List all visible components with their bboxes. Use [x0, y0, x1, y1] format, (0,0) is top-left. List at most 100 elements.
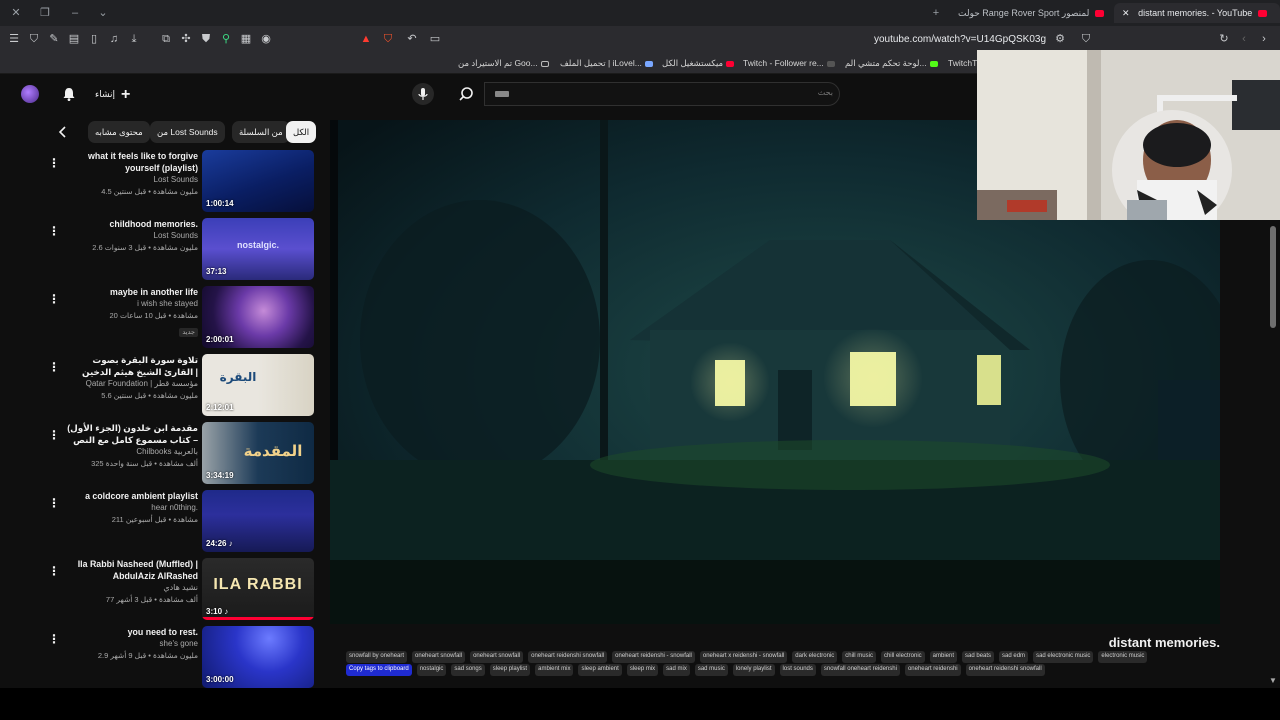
- recommendation-item[interactable]: ⋮ Ila Rabbi Nasheed (Muffled) | AbdulAzi…: [44, 558, 320, 622]
- tag-chip[interactable]: sleep mix: [626, 664, 659, 676]
- tag-chip[interactable]: chill electronic: [880, 651, 925, 663]
- kebab-menu-icon[interactable]: ⋮: [48, 360, 60, 374]
- tag-chip[interactable]: oneheart reidenshi: [904, 664, 961, 676]
- video-thumbnail[interactable]: 24:26 ♪: [202, 490, 314, 552]
- tag-chip[interactable]: sad beats: [962, 651, 995, 663]
- video-thumbnail[interactable]: البقرة 2:12:01: [202, 354, 314, 416]
- page-scrollbar-thumb[interactable]: [1270, 226, 1276, 328]
- address-bar[interactable]: youtube.com/watch?v=U14GpQSK03g: [820, 32, 1046, 48]
- mic-icon[interactable]: [412, 83, 434, 105]
- tag-chip[interactable]: lonely playlist: [732, 664, 775, 676]
- tag-chip[interactable]: electronic music: [1098, 651, 1148, 663]
- tag-chip[interactable]: nostalgic: [416, 664, 447, 676]
- extension-icon[interactable]: ✎: [47, 32, 61, 46]
- kebab-menu-icon[interactable]: ⋮: [48, 292, 60, 306]
- tag-chip[interactable]: sad songs: [451, 664, 485, 676]
- tag-chip[interactable]: oneheart snowfall: [412, 651, 466, 663]
- chip-from-lost-sounds[interactable]: من Lost Sounds: [150, 121, 225, 143]
- tag-chip[interactable]: oneheart reidenshi snowfall: [528, 651, 608, 663]
- video-thumbnail[interactable]: 3:00:00: [202, 626, 314, 688]
- shield-icon[interactable]: ⛉: [27, 32, 41, 46]
- profile-extension-icon[interactable]: ◉: [259, 32, 273, 46]
- tag-chip[interactable]: oneheart reidenshi snowfall: [965, 664, 1045, 676]
- chevron-left-icon[interactable]: [56, 125, 70, 139]
- kebab-menu-icon[interactable]: ⋮: [48, 632, 60, 646]
- recommendation-channel[interactable]: نشيد هادي: [66, 582, 198, 594]
- back-icon[interactable]: ›: [1257, 32, 1271, 46]
- recommendation-channel[interactable]: Chilbooks بالعربية: [66, 446, 198, 458]
- tab-distant-memories[interactable]: ✕ distant memories. - YouTube: [1114, 3, 1280, 23]
- tag-chip[interactable]: chill music: [842, 651, 876, 663]
- bookmark-item[interactable]: Twitch - Follower re...: [743, 56, 835, 70]
- tab-list-chevron-icon[interactable]: ⌄: [95, 5, 111, 21]
- search-input[interactable]: بحث: [484, 82, 840, 106]
- kebab-menu-icon[interactable]: ⋮: [48, 496, 60, 510]
- search-extension-icon[interactable]: ⚲: [219, 32, 233, 46]
- recommendation-title[interactable]: maybe in another life: [66, 286, 198, 298]
- vpn-icon[interactable]: ⛊: [199, 32, 213, 46]
- tab-close-icon[interactable]: ✕: [1122, 8, 1130, 18]
- kebab-menu-icon[interactable]: ⋮: [48, 428, 60, 442]
- reader-icon[interactable]: ▤: [67, 32, 81, 46]
- recommendation-channel[interactable]: Qatar Foundation | مؤسسة قطر: [66, 378, 198, 390]
- recommendation-channel[interactable]: she's gone: [66, 638, 198, 650]
- tag-chip[interactable]: ambient: [929, 651, 958, 663]
- close-window-icon[interactable]: ✕: [8, 5, 24, 21]
- recommendation-title[interactable]: Ila Rabbi Nasheed (Muffled) | AbdulAziz …: [66, 558, 198, 582]
- screenshot-icon[interactable]: ⧉: [159, 32, 173, 46]
- kebab-menu-icon[interactable]: ⋮: [48, 156, 60, 170]
- recommendation-item[interactable]: ⋮ a coldcore ambient playlist hear n0thi…: [44, 490, 320, 554]
- tag-chip[interactable]: oneheart x reidenshi - snowfall: [699, 651, 788, 663]
- brave-shields-icon[interactable]: ⛉: [381, 32, 395, 46]
- chip-similar[interactable]: محتوى مشابه: [88, 121, 150, 143]
- brave-rewards-icon[interactable]: ▲: [359, 32, 373, 46]
- tag-chip[interactable]: dark electronic: [792, 651, 838, 663]
- reload-icon[interactable]: ↻: [1217, 32, 1231, 46]
- tag-chip[interactable]: snowfall by oneheart: [346, 651, 408, 663]
- video-thumbnail[interactable]: 1:00:14: [202, 150, 314, 212]
- cast-icon[interactable]: ▭: [428, 32, 442, 46]
- download-icon[interactable]: ⤓: [127, 32, 141, 46]
- chip-all[interactable]: الكل: [286, 121, 317, 143]
- back-arrow-icon[interactable]: ↶: [405, 32, 419, 46]
- bell-icon[interactable]: [61, 86, 77, 102]
- bookmark-item[interactable]: لوحة تحكم متشي الم...: [845, 56, 938, 70]
- recommendation-item[interactable]: ⋮ childhood memories. Lost Sounds 2.6 مل…: [44, 218, 320, 282]
- recommendation-item[interactable]: ⋮ maybe in another life i wish she staye…: [44, 286, 320, 350]
- kebab-menu-icon[interactable]: ⋮: [48, 564, 60, 578]
- recommendation-title[interactable]: a coldcore ambient playlist: [66, 490, 198, 502]
- copy-tags-button[interactable]: Copy tags to clipboard: [346, 664, 412, 676]
- tag-chip[interactable]: oneheart reidenshi - snowfall: [612, 651, 695, 663]
- bookmark-item[interactable]: TwitchT: [948, 56, 977, 70]
- video-thumbnail[interactable]: المقدمة 3:34:19: [202, 422, 314, 484]
- bookmark-item[interactable]: تم الاستيراد من Goo...: [458, 56, 549, 70]
- bookmark-item[interactable]: ميكستشغيل الكل: [662, 56, 735, 70]
- tag-chip[interactable]: snowfall oneheart reidenshi: [820, 664, 900, 676]
- video-thumbnail[interactable]: nostalgic. 37:13: [202, 218, 314, 280]
- restore-window-icon[interactable]: ❐: [37, 5, 53, 21]
- qr-icon[interactable]: ▦: [239, 32, 253, 46]
- tag-chip[interactable]: lost sounds: [779, 664, 816, 676]
- recommendation-item[interactable]: ⋮ مقدمة ابن خلدون (الجزء الأول) – كتاب م…: [44, 422, 320, 486]
- recommendation-channel[interactable]: i wish she stayed: [66, 298, 198, 310]
- recommendation-item[interactable]: ⋮ you need to rest. she's gone 2.9 مليون…: [44, 626, 320, 688]
- recommendation-channel[interactable]: Lost Sounds: [66, 174, 198, 186]
- create-button[interactable]: إنشاء +: [95, 85, 130, 103]
- video-thumbnail[interactable]: 2:00:01: [202, 286, 314, 348]
- music-note-icon[interactable]: ♫: [107, 32, 121, 46]
- avatar[interactable]: [21, 85, 39, 103]
- recommendation-item[interactable]: ⋮ تلاوة سورة البقرة بصوت القارئ الشيخ هي…: [44, 354, 320, 418]
- tag-chip[interactable]: oneheart snowfall: [470, 651, 524, 663]
- tag-chip[interactable]: sad edm: [999, 651, 1029, 663]
- recommendation-title[interactable]: childhood memories.: [66, 218, 198, 230]
- tag-chip[interactable]: sad mix: [663, 664, 690, 676]
- recommendation-channel[interactable]: hear n0thing.: [66, 502, 198, 514]
- new-tab-icon[interactable]: +: [928, 5, 944, 21]
- tab-range-rover[interactable]: حولت Range Rover Sport لمنصور: [958, 3, 1108, 23]
- chip-from-series[interactable]: من السلسلة: [232, 121, 290, 143]
- tag-chip[interactable]: sad electronic music: [1033, 651, 1094, 663]
- recommendation-title[interactable]: مقدمة ابن خلدون (الجزء الأول) – كتاب مسم…: [66, 422, 198, 446]
- recommendation-item[interactable]: ⋮ what it feels like to forgive yourself…: [44, 150, 320, 214]
- search-icon[interactable]: [452, 83, 484, 105]
- recommendation-title[interactable]: what it feels like to forgive yourself (…: [66, 150, 198, 174]
